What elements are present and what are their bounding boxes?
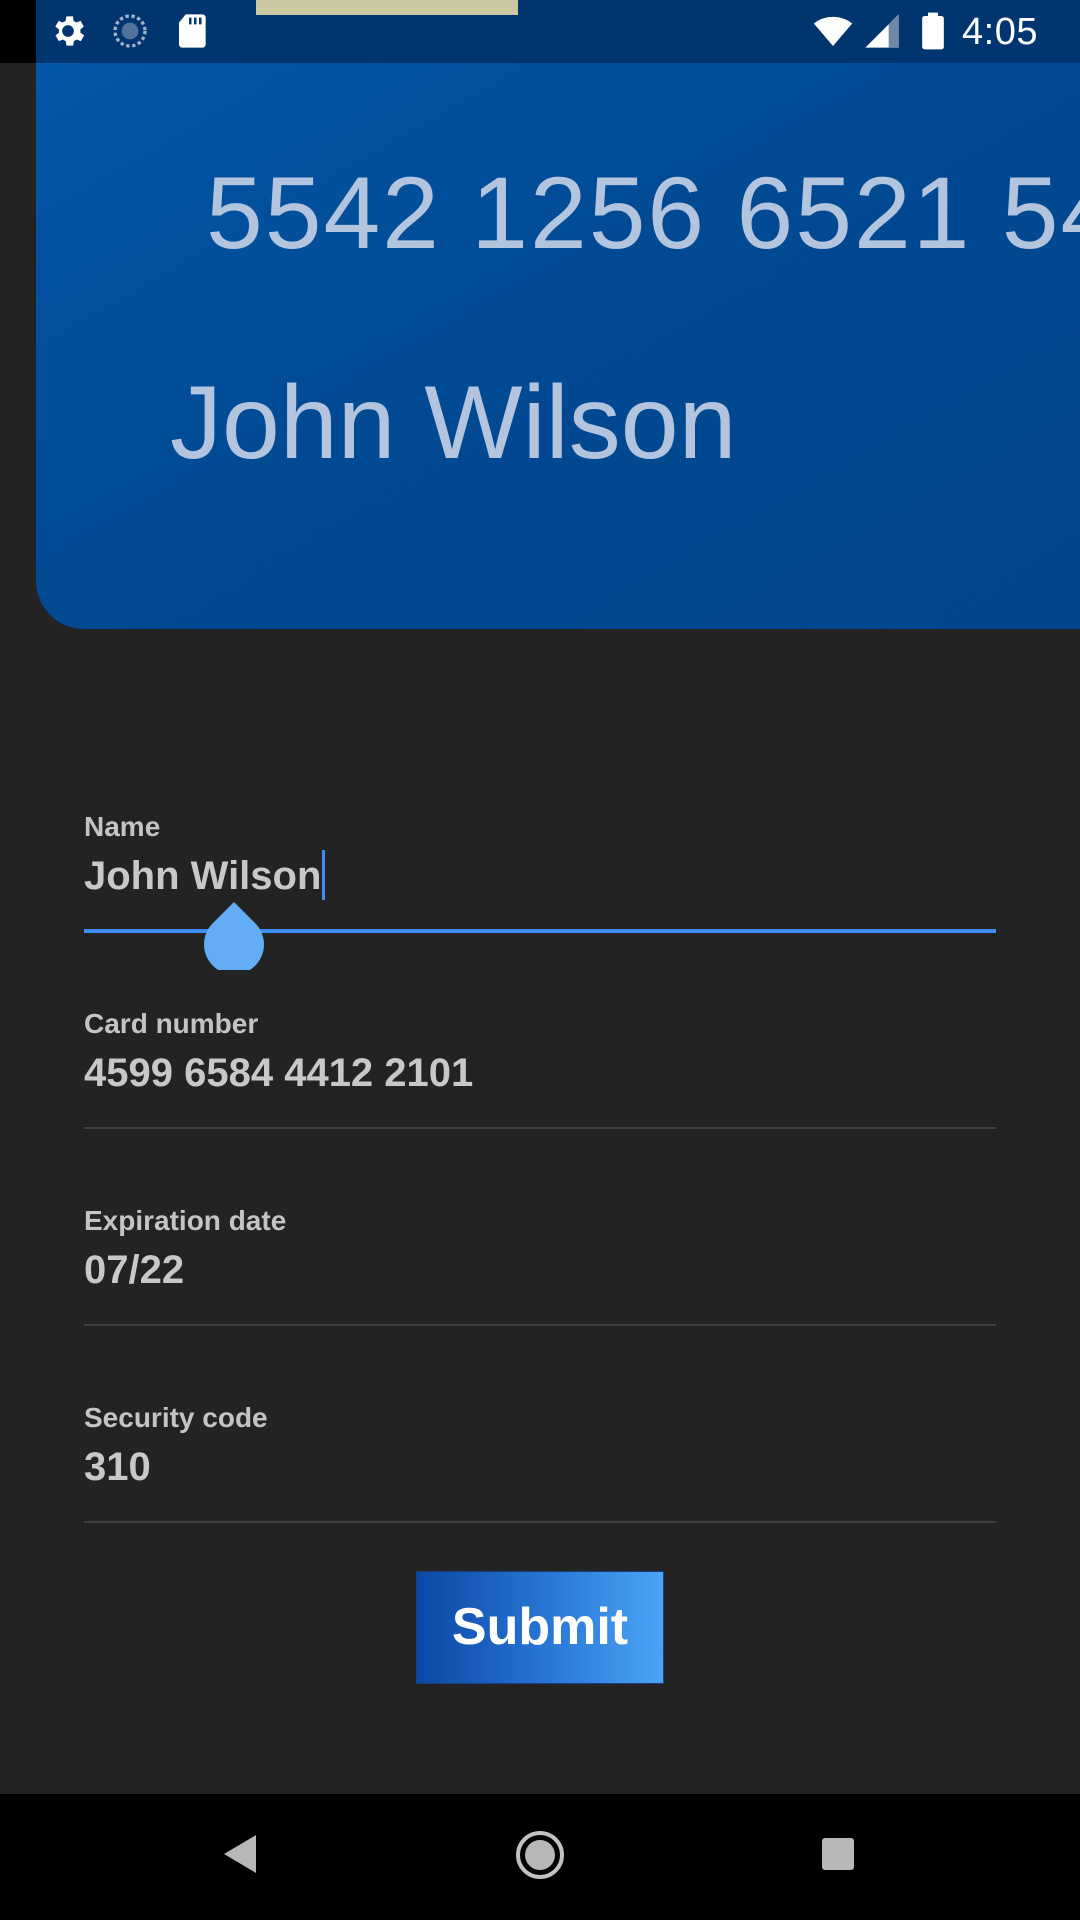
security-code-label: Security code: [84, 1402, 268, 1433]
card-number-display: 5542 1256 6521 5456: [206, 156, 1080, 270]
expiration-date-input[interactable]: 07/22: [84, 1246, 996, 1294]
sync-icon: [113, 14, 147, 48]
name-input[interactable]: John Wilson: [84, 850, 996, 903]
gear-icon: [55, 16, 85, 46]
credit-card-preview: 5542 1256 6521 5456 John Wilson: [36, 63, 1080, 629]
battery-icon: [922, 12, 944, 50]
sd-card-icon: [179, 14, 206, 48]
text-selection-handle[interactable]: [204, 902, 264, 970]
security-code-input[interactable]: 310: [84, 1443, 996, 1491]
name-value: John Wilson: [84, 854, 322, 898]
security-code-field[interactable]: Security code 310: [84, 1401, 996, 1525]
wifi-icon: [813, 16, 853, 46]
expiration-date-field[interactable]: Expiration date 07/22: [84, 1204, 996, 1328]
card-number-field[interactable]: Card number 4599 6584 4412 2101: [84, 1007, 996, 1131]
navigation-bar: [0, 1794, 1080, 1920]
home-icon[interactable]: [514, 1829, 566, 1881]
status-bar-highlight: [256, 0, 518, 15]
card-number-label: Card number: [84, 1008, 259, 1039]
signal-icon: [865, 14, 899, 48]
card-number-underline: [84, 1127, 996, 1129]
expiration-date-label: Expiration date: [84, 1205, 287, 1236]
status-bar-left-block: [0, 0, 36, 63]
card-holder-display: John Wilson: [170, 365, 737, 481]
security-code-underline: [84, 1521, 996, 1523]
back-icon[interactable]: [222, 1833, 258, 1875]
name-label: Name: [84, 811, 161, 842]
recents-icon[interactable]: [821, 1837, 855, 1871]
card-number-input[interactable]: 4599 6584 4412 2101: [84, 1049, 996, 1097]
status-bar: 4:05: [0, 0, 1080, 63]
expiration-date-underline: [84, 1324, 996, 1326]
status-time: 4:05: [962, 11, 1038, 53]
text-cursor: [322, 850, 326, 901]
submit-button[interactable]: Submit: [416, 1571, 664, 1684]
